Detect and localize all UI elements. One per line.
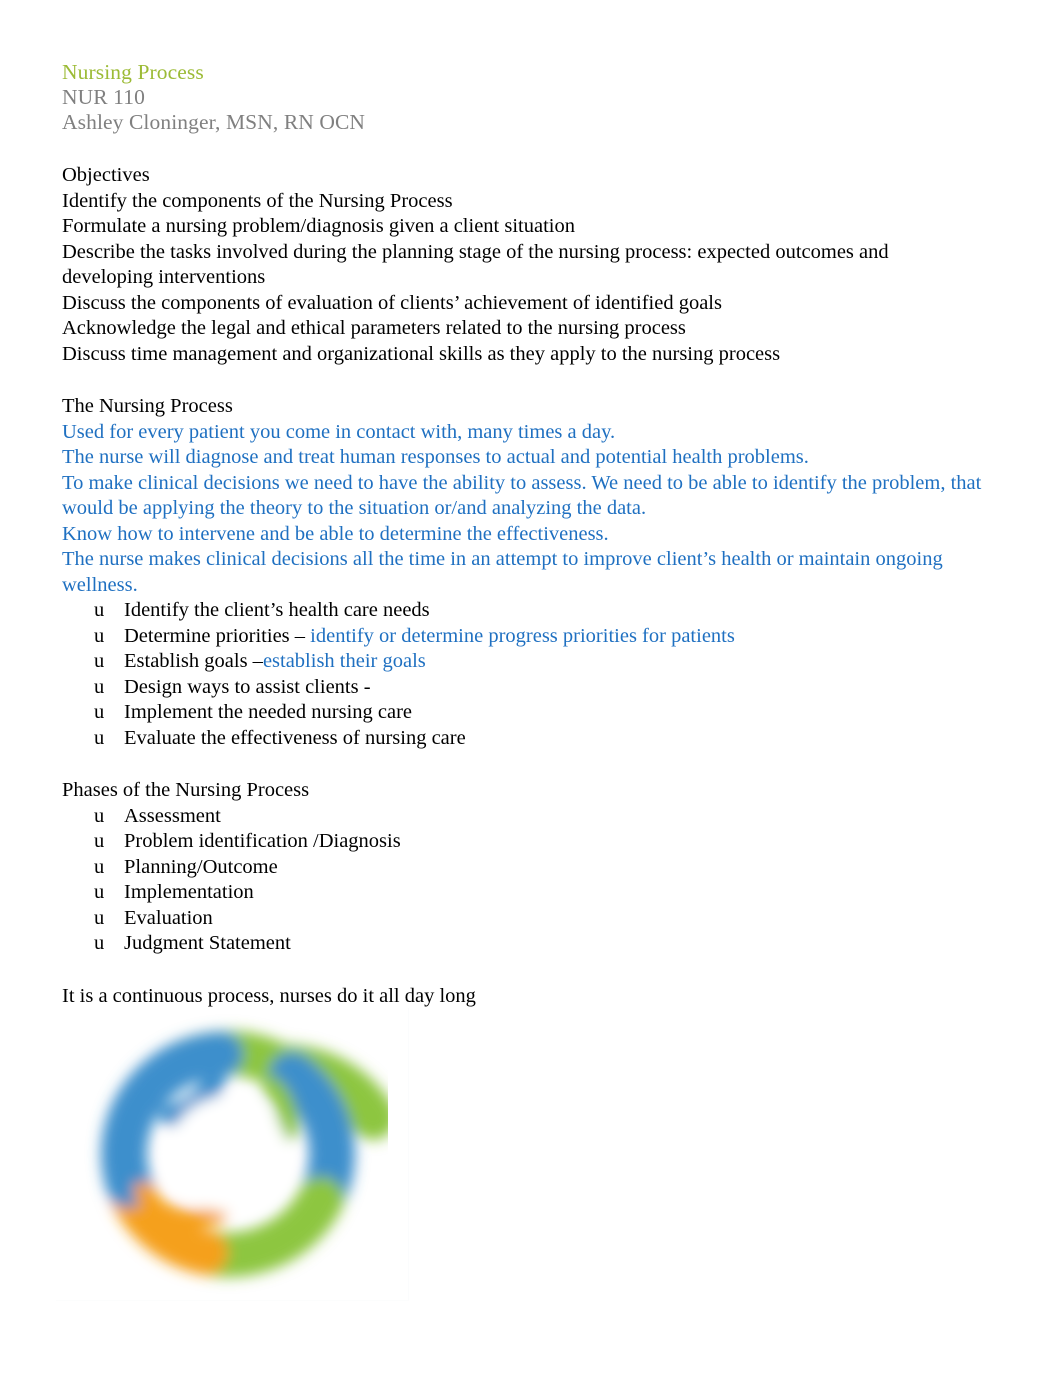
nursing-process-paragraph: Used for every patient you come in conta… <box>62 420 616 443</box>
bullet-u-icon: u <box>94 675 105 698</box>
objective-item: Formulate a nursing problem/diagnosis gi… <box>62 215 575 237</box>
list-item-label-blue: establish their goals <box>262 650 426 672</box>
phases-bullet-list: u Assessment u Problem identification /D… <box>62 804 982 957</box>
list-item: u Judgment Statement <box>62 931 982 957</box>
list-item-label: Design ways to assist clients - <box>124 675 371 698</box>
spacer-after-nursing-process <box>62 751 982 778</box>
nursing-process-section: The Nursing Process Used for every patie… <box>62 394 982 751</box>
spacer-after-header <box>62 135 982 163</box>
document-body: Nursing Process NUR 110 Ashley Cloninger… <box>62 60 982 1009</box>
nursing-process-paragraph: Know how to intervene and be able to det… <box>62 522 609 545</box>
phases-heading: Phases of the Nursing Process <box>62 779 310 801</box>
closing-statement: It is a continuous process, nurses do it… <box>62 984 476 1007</box>
phases-section: Phases of the Nursing Process u Assessme… <box>62 778 982 957</box>
objective-item: Discuss the components of evaluation of … <box>62 291 722 314</box>
objectives-section: Objectives Identify the components of th… <box>62 163 982 367</box>
list-item: u Establish goals –establish their goals <box>62 649 982 675</box>
objective-item: Identify the components of the Nursing P… <box>62 189 453 212</box>
bullet-u-icon: u <box>94 830 105 852</box>
list-item: u Implementation <box>62 880 982 906</box>
bullet-u-icon: u <box>94 624 105 647</box>
objective-item: Discuss time management and organization… <box>62 342 781 365</box>
list-item-label-blue: identify or determine progress prioritie… <box>310 624 735 647</box>
list-item: u Evaluation <box>62 906 982 932</box>
nursing-process-heading: The Nursing Process <box>62 395 233 417</box>
list-item-label: Judgment Statement <box>124 932 291 954</box>
cycle-ring-icon <box>101 1030 388 1278</box>
list-item: u Assessment <box>62 804 982 830</box>
bullet-u-icon: u <box>94 599 105 621</box>
list-item-label: Determine priorities – <box>124 624 311 647</box>
list-item-label: Assessment <box>124 804 221 827</box>
bullet-u-icon: u <box>94 650 105 672</box>
author-name: Ashley Cloninger, MSN, RN OCN <box>62 110 366 134</box>
list-item: u Identify the client’s health care need… <box>62 598 982 624</box>
list-item-label: Planning/Outcome <box>124 855 278 878</box>
bullet-u-icon: u <box>94 701 105 723</box>
list-item-label: Evaluate the effectiveness of nursing ca… <box>124 726 466 749</box>
bullet-u-icon: u <box>94 906 105 929</box>
list-item: u Problem identification /Diagnosis <box>62 829 982 855</box>
nursing-process-cycle-figure <box>56 1008 409 1301</box>
list-item: u Implement the needed nursing care <box>62 700 982 726</box>
list-item-label: Implement the needed nursing care <box>124 701 413 723</box>
list-item-label: Evaluation <box>124 906 213 929</box>
list-item: u Evaluate the effectiveness of nursing … <box>62 726 982 752</box>
bullet-u-icon: u <box>94 881 105 903</box>
objective-item: Describe the tasks involved during the p… <box>62 240 889 289</box>
nursing-process-paragraph: The nurse will diagnose and treat human … <box>62 446 809 468</box>
spacer-after-phases <box>62 957 982 984</box>
ring-segment-blue-right <box>269 1052 355 1211</box>
bullet-u-icon: u <box>94 855 105 878</box>
nursing-process-paragraph: To make clinical decisions we need to ha… <box>62 471 982 520</box>
list-item-label: Identify the client’s health care needs <box>124 599 430 621</box>
nursing-process-paragraph: The nurse makes clinical decisions all t… <box>62 548 943 596</box>
course-code: NUR 110 <box>62 85 145 109</box>
list-item: u Determine priorities – identify or det… <box>62 624 982 650</box>
ring-center-hole <box>168 1095 288 1213</box>
bullet-u-icon: u <box>94 804 105 827</box>
bullet-u-icon: u <box>94 932 105 954</box>
list-item-label: Establish goals – <box>124 650 263 672</box>
objective-item: Acknowledge the legal and ethical parame… <box>62 317 686 339</box>
list-item: u Design ways to assist clients - <box>62 675 982 701</box>
page-title: Nursing Process <box>62 60 204 84</box>
list-item-label: Implementation <box>124 881 254 903</box>
objectives-heading: Objectives <box>62 164 150 186</box>
bullet-u-icon: u <box>94 726 105 749</box>
list-item: u Planning/Outcome <box>62 855 982 881</box>
list-item-label: Problem identification /Diagnosis <box>124 830 401 852</box>
nursing-process-bullet-list: u Identify the client’s health care need… <box>62 598 982 751</box>
document-page: Nursing Process NUR 110 Ashley Cloninger… <box>0 0 1062 1377</box>
document-header: Nursing Process NUR 110 Ashley Cloninger… <box>62 60 982 135</box>
spacer-after-objectives <box>62 367 982 394</box>
